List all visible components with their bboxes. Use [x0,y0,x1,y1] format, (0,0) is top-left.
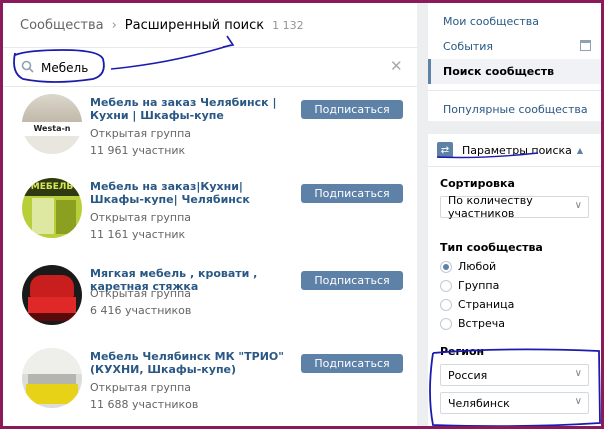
communities-menu: Мои сообщества События Поиск сообществ П… [428,3,601,121]
community-members: 6 416 участников [90,304,192,317]
chevron-right-icon: › [111,17,117,33]
radio-page[interactable]: Страница [440,298,514,311]
menu-item-search-communities[interactable]: Поиск сообществ [428,59,601,84]
chevron-down-icon: ∨ [574,368,582,379]
community-members: 11 688 участников [90,398,199,411]
page-frame: Сообщества › Расширенный поиск 1 132 ✕ W… [3,3,601,426]
chevron-down-icon: ∨ [574,396,582,407]
sort-select[interactable]: По количеству участников ∨ [440,194,589,220]
search-params-toggle[interactable]: ⇄ Параметры поиска ▲ [428,134,601,167]
sort-label: Сортировка [440,177,515,190]
radio-label: Страница [458,298,515,311]
community-avatar[interactable] [22,348,82,408]
region-label: Регион [440,345,485,358]
subscribe-button[interactable]: Подписаться [301,184,403,203]
avatar-logo-text: МЕБЕЛЬ [22,178,82,196]
subscribe-button[interactable]: Подписаться [301,271,403,290]
search-bar: ✕ [3,48,417,87]
community-type: Открытая группа [90,287,192,300]
country-value: Россия [448,368,488,382]
radio-icon [440,260,452,273]
city-value: Челябинск [448,396,510,410]
main-panel: Сообщества › Расширенный поиск 1 132 ✕ W… [3,3,417,426]
radio-label: Встреча [458,317,505,330]
avatar-logo-text: Westa-n [22,122,82,136]
community-members: 11 961 участник [90,144,186,157]
menu-item-events[interactable]: События [428,34,601,59]
page-title: Расширенный поиск [124,17,265,33]
country-select[interactable]: Россия ∨ [440,364,589,386]
chevron-up-icon: ▲ [576,145,584,155]
community-type-label: Тип сообщества [440,241,543,254]
search-icon [21,60,34,73]
radio-icon [440,317,452,330]
menu-item-label: Поиск сообществ [443,65,555,78]
radio-group[interactable]: Группа [440,279,499,292]
right-sidebar: Мои сообщества События Поиск сообществ П… [428,3,601,426]
search-params-title: Параметры поиска [462,143,572,157]
calendar-icon [580,40,591,51]
community-avatar[interactable] [22,265,82,325]
radio-event[interactable]: Встреча [440,317,505,330]
community-title-link[interactable]: Мебель на заказ|Кухни|Шкафы-купе| Челяби… [90,180,285,206]
radio-icon [440,279,452,292]
community-type: Открытая группа [90,211,192,224]
subscribe-button[interactable]: Подписаться [301,354,403,373]
radio-label: Любой [458,260,497,273]
menu-item-label: События [443,40,494,53]
chevron-down-icon: ∨ [574,200,582,211]
list-item: Westa-n Мебель на заказ Челябинск | Кухн… [3,94,417,178]
radio-label: Группа [458,279,500,292]
list-item: Мягкая мебель , кровати , каретная стяжк… [3,265,417,349]
menu-item-popular[interactable]: Популярные сообщества [428,97,601,122]
radio-icon [440,298,452,311]
radio-any[interactable]: Любой [440,260,496,273]
list-item: МЕБЕЛЬ Мебель на заказ|Кухни|Шкафы-купе|… [3,178,417,262]
subscribe-button[interactable]: Подписаться [301,100,403,119]
results-count: 1 132 [272,18,304,32]
divider [428,90,601,91]
community-avatar[interactable]: МЕБЕЛЬ [22,178,82,238]
menu-item-label: Популярные сообщества [443,103,588,116]
close-icon[interactable]: ✕ [390,57,403,75]
breadcrumb-parent-link[interactable]: Сообщества [20,18,104,33]
breadcrumb: Сообщества › Расширенный поиск 1 132 [3,3,417,48]
community-title-link[interactable]: Мебель на заказ Челябинск | Кухни | Шкаф… [90,96,285,122]
community-type: Открытая группа [90,127,192,140]
city-select[interactable]: Челябинск ∨ [440,392,589,414]
search-input[interactable] [41,58,361,78]
community-members: 11 161 участник [90,228,186,241]
search-params-panel: ⇄ Параметры поиска ▲ Сортировка По колич… [428,134,601,426]
filter-icon: ⇄ [437,142,453,158]
community-title-link[interactable]: Мебель Челябинск МК "ТРИО" (КУХНИ, Шкафы… [90,350,285,376]
sort-value: По количеству участников [448,194,533,220]
community-type: Открытая группа [90,381,192,394]
list-item: Мебель Челябинск МК "ТРИО" (КУХНИ, Шкафы… [3,348,417,426]
menu-item-my-communities[interactable]: Мои сообщества [428,9,601,34]
community-avatar[interactable]: Westa-n [22,94,82,154]
menu-item-label: Мои сообщества [443,15,539,28]
